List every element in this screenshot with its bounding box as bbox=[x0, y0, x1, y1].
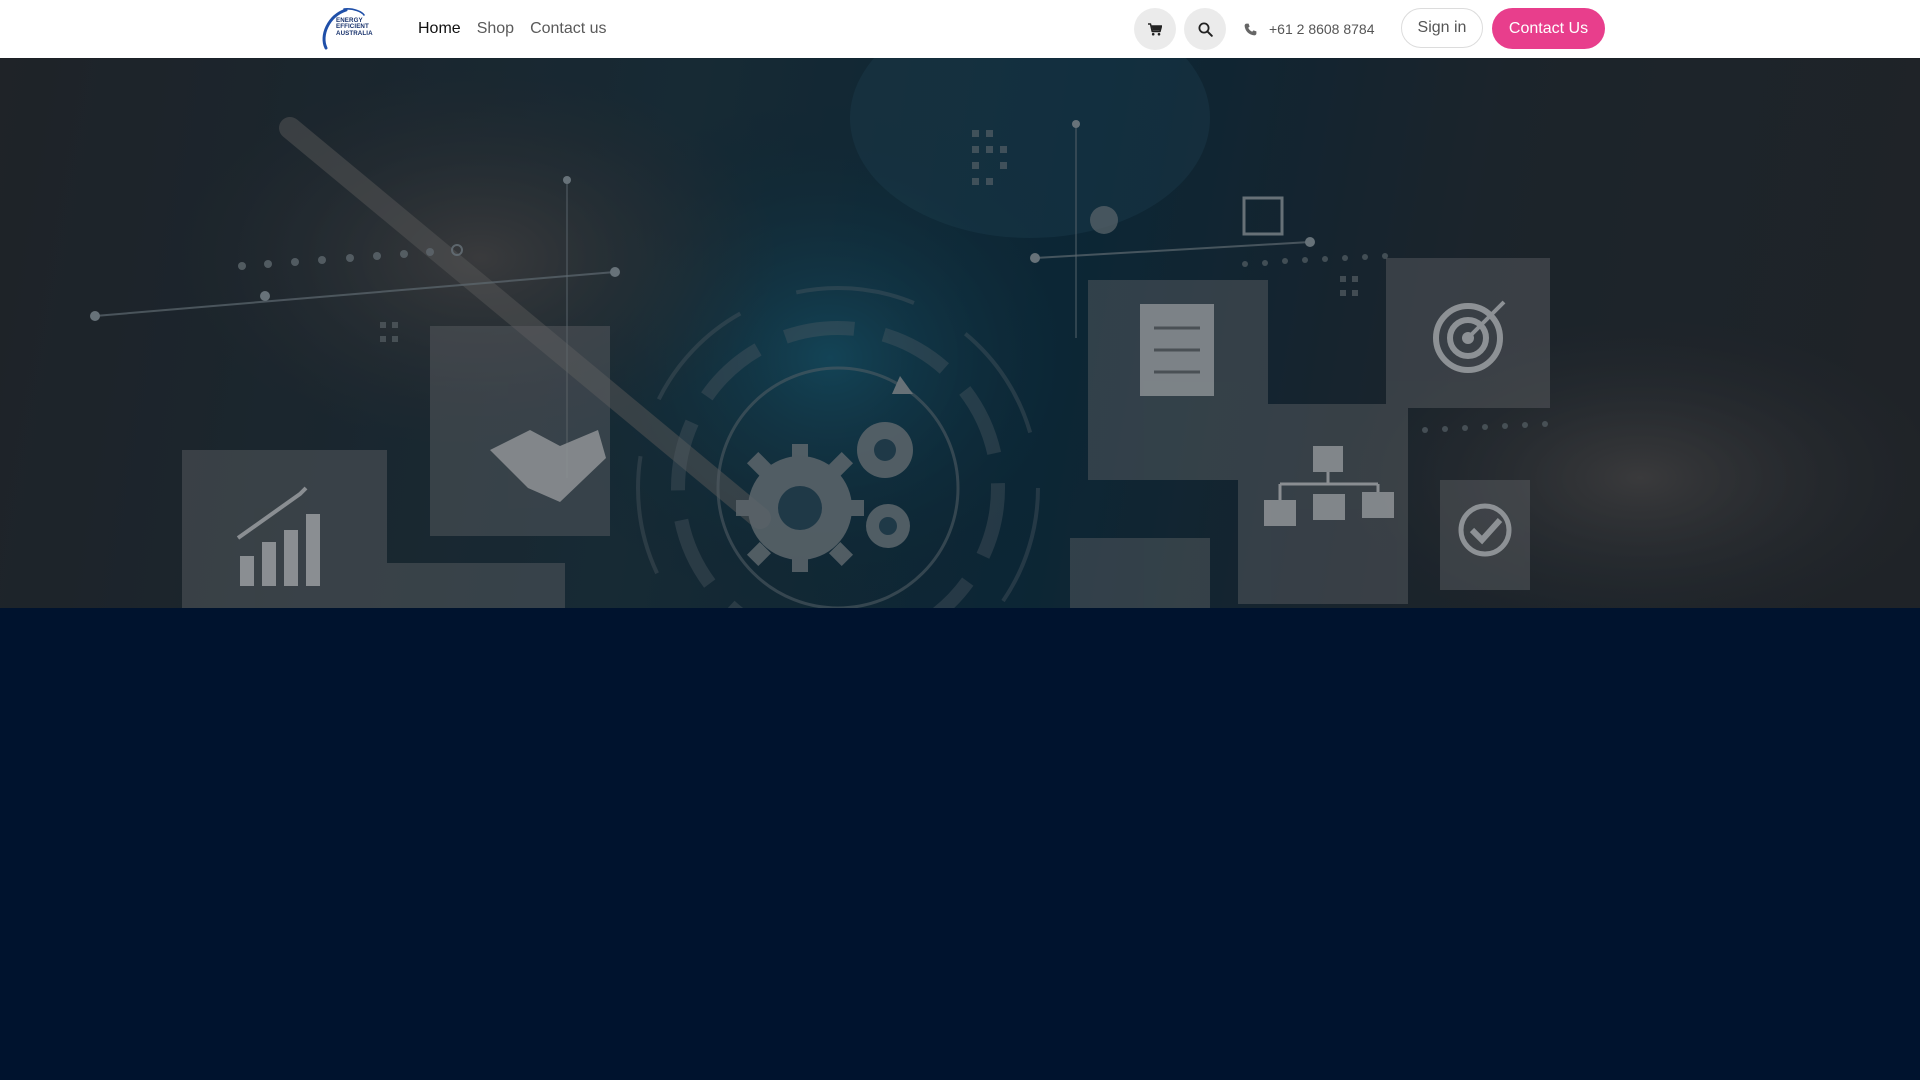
main-nav: Home Shop Contact us bbox=[410, 0, 615, 58]
dark-content-section bbox=[0, 608, 1920, 1080]
nav-link-shop[interactable]: Shop bbox=[477, 20, 514, 38]
brand-logo[interactable]: ENERGY EFFICIENT AUSTRALIA bbox=[318, 6, 380, 52]
cart-button[interactable] bbox=[1134, 8, 1176, 50]
hero-banner bbox=[0, 58, 1920, 608]
phone-number[interactable]: +61 2 8608 8784 bbox=[1269, 21, 1375, 37]
phone-icon bbox=[1244, 23, 1257, 35]
nav-link-contact[interactable]: Contact us bbox=[530, 20, 606, 38]
sign-in-button[interactable]: Sign in bbox=[1401, 8, 1483, 48]
search-icon bbox=[1198, 22, 1213, 37]
cart-icon bbox=[1148, 22, 1162, 35]
nav-link-home[interactable]: Home bbox=[418, 20, 461, 38]
search-button[interactable] bbox=[1184, 8, 1226, 50]
contact-us-button[interactable]: Contact Us bbox=[1492, 8, 1605, 49]
logo-wordmark: ENERGY EFFICIENT AUSTRALIA bbox=[336, 17, 373, 37]
top-navbar: ENERGY EFFICIENT AUSTRALIA Home Shop Con… bbox=[0, 0, 1920, 58]
phone-contact[interactable]: +61 2 8608 8784 bbox=[1244, 0, 1375, 58]
hero-image bbox=[0, 58, 1920, 608]
